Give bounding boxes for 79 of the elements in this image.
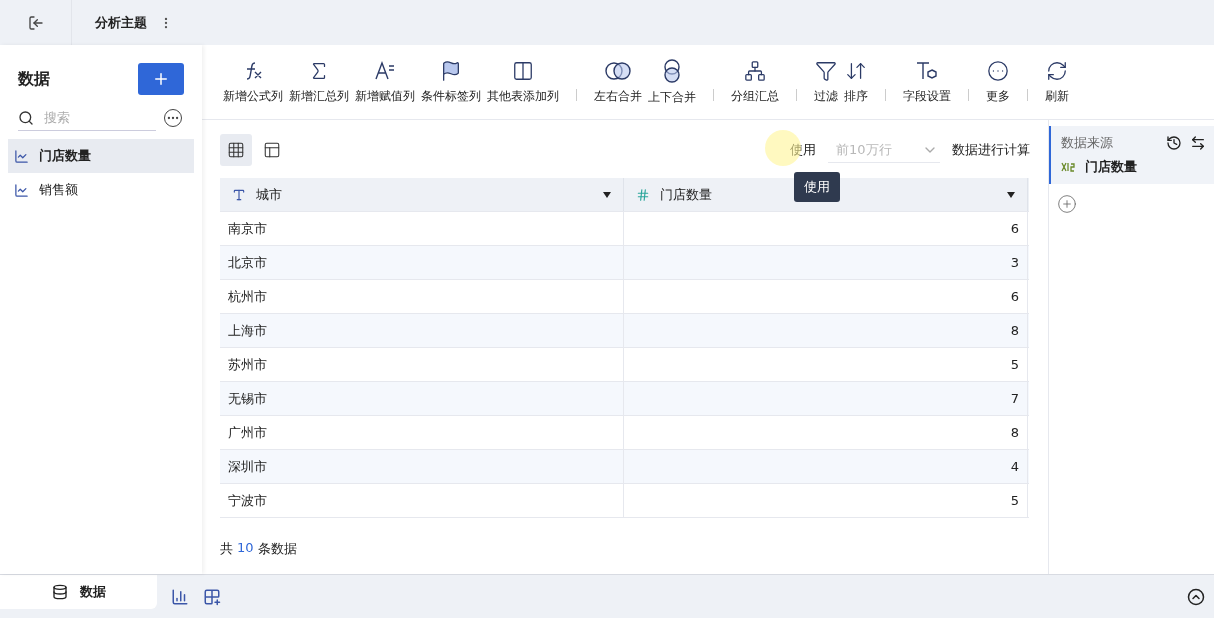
column-title: 城市	[256, 185, 282, 204]
toolbar-button[interactable]: 过滤	[811, 59, 841, 105]
footer-text: 条数据	[257, 540, 297, 558]
table-cell: 8	[624, 314, 1028, 347]
column-header[interactable]: 城市	[220, 178, 624, 211]
caret-icon[interactable]	[1007, 191, 1015, 198]
toolbar-button[interactable]: 新增公式列	[220, 59, 286, 105]
footer-text: 共	[220, 540, 233, 558]
spreadsheet-file-icon	[1061, 161, 1077, 173]
table-cell: 无锡市	[220, 382, 624, 415]
add-button[interactable]	[138, 63, 184, 95]
table-cell: 北京市	[220, 246, 624, 279]
hierarchy-icon	[744, 59, 766, 82]
table-cell: 南京市	[220, 212, 624, 245]
letter-a-icon	[374, 59, 396, 82]
toolbar-button[interactable]: 分组汇总	[728, 59, 782, 105]
search-icon	[18, 109, 34, 126]
overlap-circles-icon	[605, 59, 631, 82]
toolbar-button[interactable]: 条件标签列	[418, 59, 484, 105]
table-cell: 上海市	[220, 314, 624, 347]
grid-icon	[227, 141, 245, 159]
table-cell: 杭州市	[220, 280, 624, 313]
collapse-icon[interactable]	[1187, 587, 1205, 606]
toolbar-button[interactable]: 刷新	[1042, 59, 1072, 105]
calc-prefix-text: 使用	[790, 141, 816, 159]
filter-icon	[815, 59, 837, 82]
toolbar-button[interactable]: 上下合并	[645, 58, 699, 106]
table-cell: 苏州市	[220, 348, 624, 381]
toolbar-button[interactable]: 左右合并	[591, 59, 645, 105]
number-type-icon	[636, 187, 650, 202]
database-icon	[51, 583, 68, 600]
table-cell: 5	[624, 484, 1028, 517]
history-icon[interactable]	[1166, 135, 1182, 151]
toolbar-button[interactable]: 其他表添加列	[484, 59, 562, 105]
more-icon	[987, 59, 1009, 82]
line-chart-icon	[14, 148, 29, 164]
layout-icon	[263, 141, 281, 159]
row-count: 10	[237, 540, 254, 557]
data-tab[interactable]: 数据	[0, 574, 157, 609]
add-circle-icon[interactable]	[1057, 194, 1077, 214]
toolbar-button[interactable]: 新增汇总列	[286, 59, 352, 105]
sidebar-title: 数据	[18, 68, 50, 90]
source-card[interactable]: 数据来源 门店数量	[1049, 126, 1214, 184]
calc-suffix-text: 数据进行计算	[952, 141, 1030, 159]
dataset-item[interactable]: 门店数量	[8, 139, 194, 173]
caret-icon[interactable]	[603, 191, 611, 198]
tooltip: 使用	[794, 172, 840, 202]
line-chart-icon	[14, 182, 29, 198]
topic-title: 分析主题	[95, 13, 147, 32]
refresh-icon	[1046, 59, 1068, 82]
table-cell: 7	[624, 382, 1028, 415]
toolbar-button[interactable]: 字段设置	[900, 59, 954, 105]
view-toggle-button[interactable]	[220, 134, 252, 166]
table-cell: 6	[624, 212, 1028, 245]
source-file-name: 门店数量	[1085, 158, 1137, 176]
add-table-icon[interactable]	[203, 587, 221, 606]
exit-icon[interactable]	[27, 14, 44, 31]
table-cell: 3	[624, 246, 1028, 279]
table-cell: 8	[624, 416, 1028, 449]
stacked-circles-icon	[661, 58, 683, 83]
add-column-icon	[512, 59, 534, 82]
table-cell: 宁波市	[220, 484, 624, 517]
table-cell: 5	[624, 348, 1028, 381]
field-settings-icon	[915, 59, 939, 82]
flag-icon	[440, 59, 462, 82]
toolbar-button[interactable]: 更多	[983, 59, 1013, 105]
table-cell: 广州市	[220, 416, 624, 449]
text-type-icon	[232, 187, 246, 202]
add-chart-icon[interactable]	[171, 587, 189, 606]
dataset-item[interactable]: 销售额	[8, 173, 194, 207]
swap-icon[interactable]	[1190, 135, 1206, 151]
table-cell: 深圳市	[220, 450, 624, 483]
column-title: 门店数量	[660, 185, 712, 204]
source-title: 数据来源	[1061, 134, 1114, 152]
table-cell: 6	[624, 280, 1028, 313]
table-cell: 4	[624, 450, 1028, 483]
toolbar-button[interactable]: 排序	[841, 59, 871, 105]
toolbar-button[interactable]: 新增赋值列	[352, 59, 418, 105]
plus-icon	[152, 70, 170, 88]
